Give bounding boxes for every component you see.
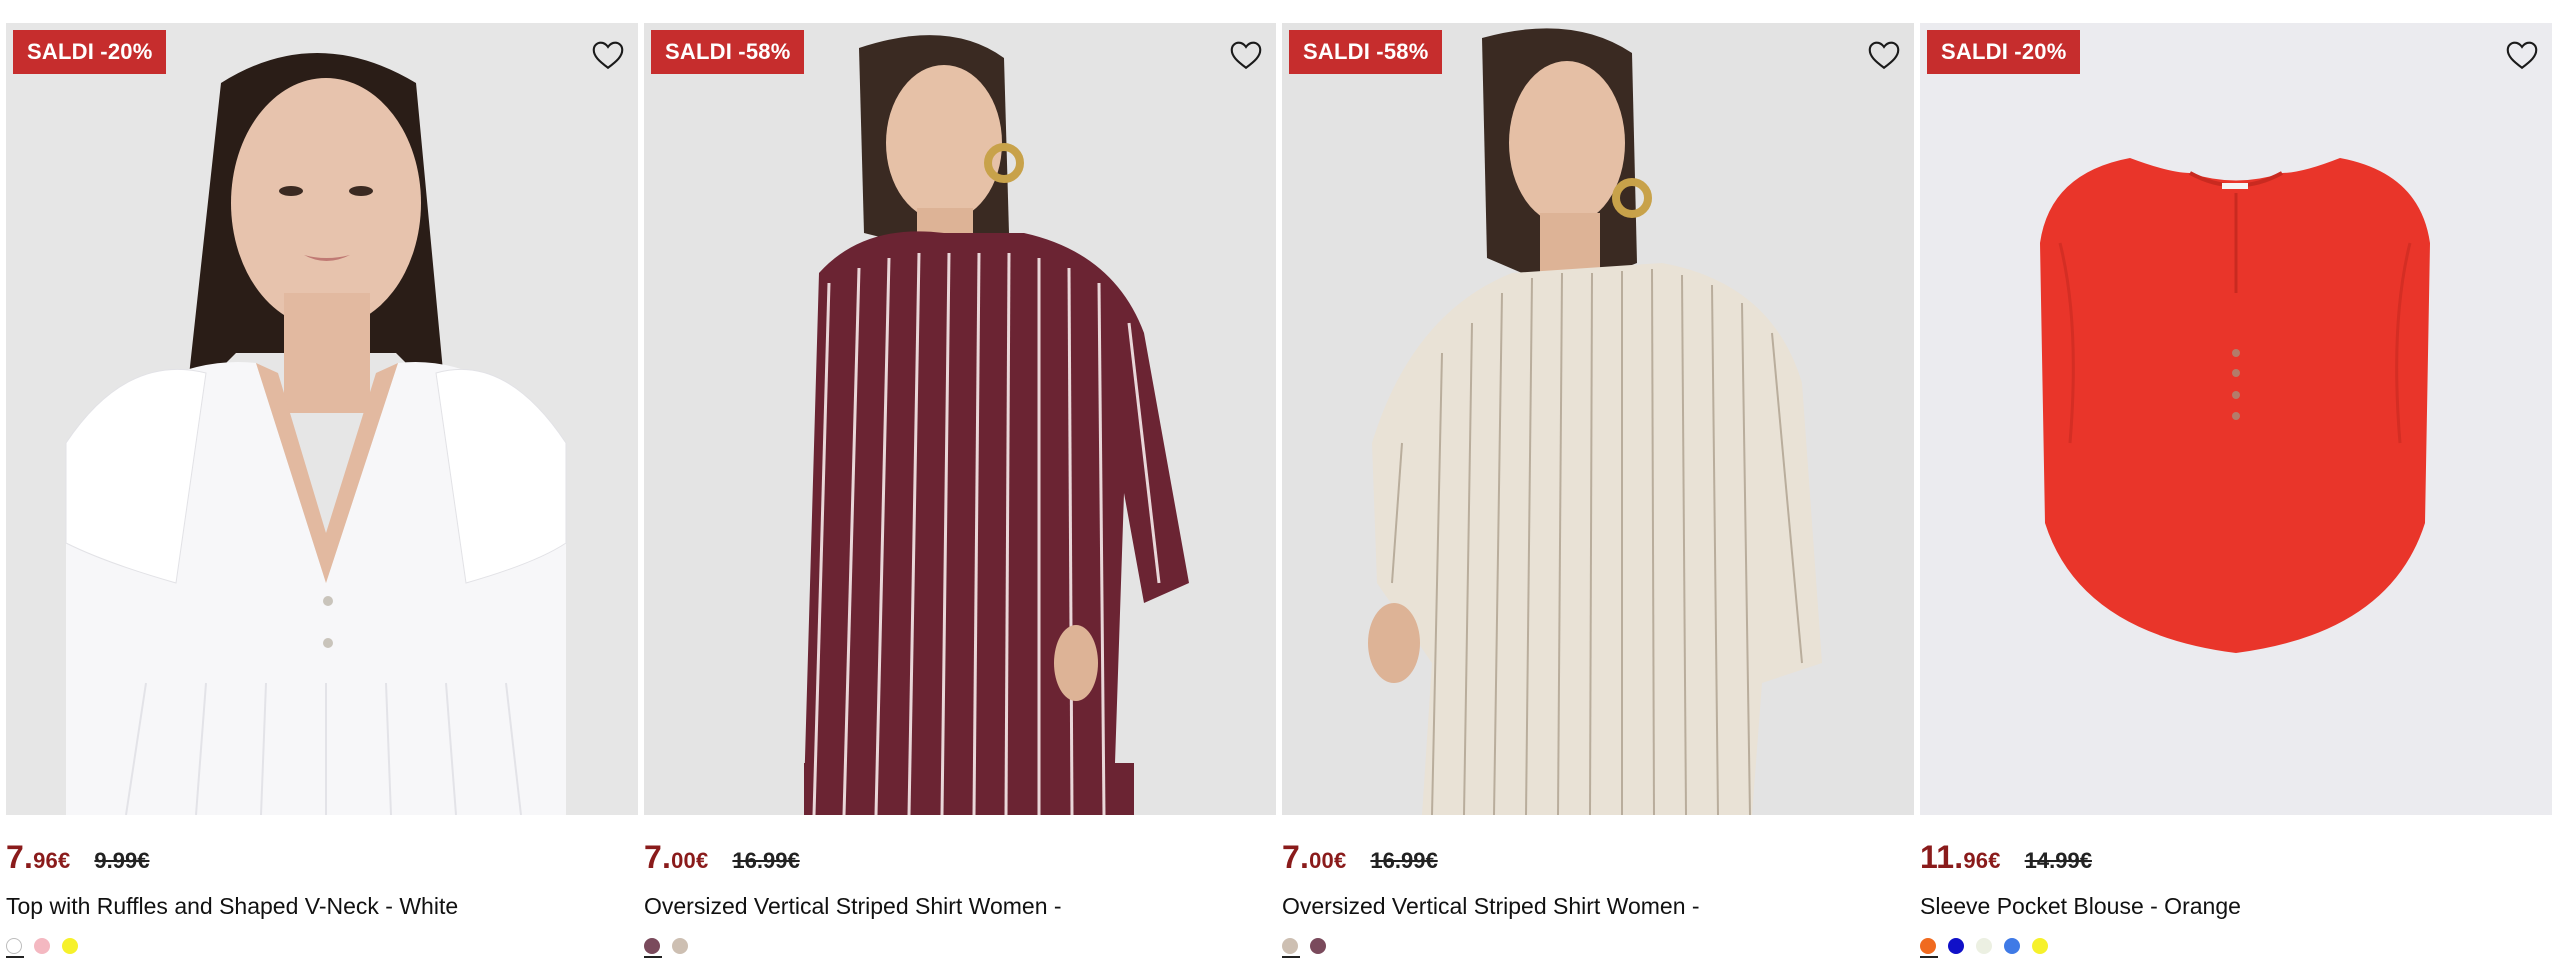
color-swatch[interactable] xyxy=(2004,938,2020,954)
product-photo xyxy=(1282,23,1914,815)
heart-outline-icon[interactable] xyxy=(1228,37,1264,73)
discount-badge: SALDI -58% xyxy=(651,30,805,74)
color-swatches xyxy=(644,934,1276,958)
price-row: 7 . 96€ 9.99€ xyxy=(6,839,638,879)
sale-price: 7 . 96€ xyxy=(6,839,70,876)
product-title[interactable]: Oversized Vertical Striped Shirt Women - xyxy=(1282,893,1914,920)
color-swatch[interactable] xyxy=(1976,938,1992,954)
product-title[interactable]: Sleeve Pocket Blouse - Orange xyxy=(1920,893,2552,920)
selected-swatch-underline xyxy=(1920,956,1938,958)
sale-price-decimal: 96€ xyxy=(1963,848,2001,873)
price-row: 11 . 96€ 14.99€ xyxy=(1920,839,2552,879)
product-card[interactable]: SALDI -58% 7 . 00€ 16.99€ Oversized Vert… xyxy=(1282,23,1914,958)
heart-outline-icon[interactable] xyxy=(590,37,626,73)
color-swatch[interactable] xyxy=(1310,938,1326,954)
color-swatch[interactable] xyxy=(6,938,22,954)
selected-swatch-underline xyxy=(1282,956,1300,958)
sale-price-integer: 7 xyxy=(6,839,24,875)
product-card[interactable]: SALDI -58% 7 . 00€ 16.99€ Oversized Vert… xyxy=(644,23,1276,958)
color-swatch[interactable] xyxy=(62,938,78,954)
product-title[interactable]: Oversized Vertical Striped Shirt Women - xyxy=(644,893,1276,920)
product-image[interactable]: SALDI -58% xyxy=(1282,23,1914,815)
sale-price: 11 . 96€ xyxy=(1920,839,2001,876)
original-price: 16.99€ xyxy=(1370,848,1438,873)
product-photo xyxy=(644,23,1276,815)
discount-badge: SALDI -20% xyxy=(13,30,167,74)
color-swatch[interactable] xyxy=(1920,938,1936,954)
sale-price: 7 . 00€ xyxy=(1282,839,1346,876)
selected-swatch-underline xyxy=(6,956,24,958)
original-price: 9.99€ xyxy=(94,848,150,873)
sale-price-integer: 11 xyxy=(1920,839,1955,875)
price-row: 7 . 00€ 16.99€ xyxy=(1282,839,1914,879)
product-image[interactable]: SALDI -20% xyxy=(6,23,638,815)
discount-badge: SALDI -20% xyxy=(1927,30,2081,74)
sale-price-integer: 7 xyxy=(1282,839,1300,875)
product-photo xyxy=(6,23,638,815)
product-photo xyxy=(1920,23,2552,815)
color-swatch[interactable] xyxy=(1282,938,1298,954)
sale-price-decimal: 96€ xyxy=(33,848,71,873)
product-image[interactable]: SALDI -58% xyxy=(644,23,1276,815)
price-row: 7 . 00€ 16.99€ xyxy=(644,839,1276,879)
original-price: 16.99€ xyxy=(732,848,800,873)
original-price: 14.99€ xyxy=(2024,848,2092,873)
color-swatches xyxy=(6,934,638,958)
color-swatch[interactable] xyxy=(1948,938,1964,954)
heart-outline-icon[interactable] xyxy=(2504,37,2540,73)
selected-swatch-underline xyxy=(644,956,662,958)
sale-price: 7 . 00€ xyxy=(644,839,708,876)
product-title[interactable]: Top with Ruffles and Shaped V-Neck - Whi… xyxy=(6,893,638,920)
heart-outline-icon[interactable] xyxy=(1866,37,1902,73)
color-swatch[interactable] xyxy=(2032,938,2048,954)
product-image[interactable]: SALDI -20% xyxy=(1920,23,2552,815)
sale-price-dot: . xyxy=(1954,839,1964,875)
sale-price-dot: . xyxy=(1300,839,1310,875)
color-swatch[interactable] xyxy=(34,938,50,954)
color-swatch[interactable] xyxy=(672,938,688,954)
discount-badge: SALDI -58% xyxy=(1289,30,1443,74)
sale-price-decimal: 00€ xyxy=(671,848,709,873)
sale-price-decimal: 00€ xyxy=(1309,848,1347,873)
color-swatches xyxy=(1282,934,1914,958)
sale-price-dot: . xyxy=(24,839,34,875)
product-grid: SALDI -20% 7 . 96€ 9.99€ Top with Ruffle… xyxy=(6,23,2552,958)
color-swatch[interactable] xyxy=(644,938,660,954)
sale-price-dot: . xyxy=(662,839,672,875)
product-card[interactable]: SALDI -20% 11 . 96€ 14.99€ Sleeve Pocket… xyxy=(1920,23,2552,958)
product-card[interactable]: SALDI -20% 7 . 96€ 9.99€ Top with Ruffle… xyxy=(6,23,638,958)
color-swatches xyxy=(1920,934,2552,958)
sale-price-integer: 7 xyxy=(644,839,662,875)
